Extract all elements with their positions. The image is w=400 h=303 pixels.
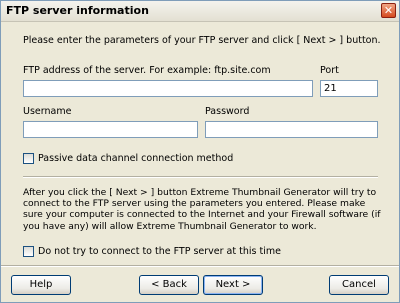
dialog-title: FTP server information (6, 4, 149, 17)
close-icon: ✕ (383, 4, 394, 17)
ftp-address-input[interactable] (23, 80, 313, 97)
skip-connection-checkbox[interactable] (23, 246, 34, 257)
next-button[interactable]: Next > (203, 275, 263, 295)
password-label: Password (205, 106, 250, 117)
cancel-button[interactable]: Cancel (329, 275, 389, 295)
ftp-address-label: FTP address of the server. For example: … (23, 65, 271, 76)
close-button[interactable]: ✕ (381, 3, 396, 18)
passive-mode-checkbox[interactable] (23, 153, 34, 164)
password-input[interactable] (205, 121, 378, 138)
ftp-server-dialog: FTP server information ✕ Please enter th… (0, 0, 400, 303)
username-input[interactable] (23, 121, 198, 138)
passive-mode-label: Passive data channel connection method (38, 153, 234, 164)
divider (23, 176, 378, 178)
intro-text: Please enter the parameters of your FTP … (23, 35, 381, 46)
title-bar: FTP server information ✕ (1, 1, 399, 22)
username-label: Username (23, 106, 72, 117)
port-input[interactable] (320, 80, 378, 97)
button-bar-divider (1, 265, 399, 267)
skip-connection-label: Do not try to connect to the FTP server … (38, 246, 281, 257)
port-label: Port (320, 65, 339, 76)
help-button[interactable]: Help (11, 275, 71, 295)
info-paragraph: After you click the [ Next > ] button Ex… (23, 187, 381, 232)
back-button[interactable]: < Back (139, 275, 199, 295)
